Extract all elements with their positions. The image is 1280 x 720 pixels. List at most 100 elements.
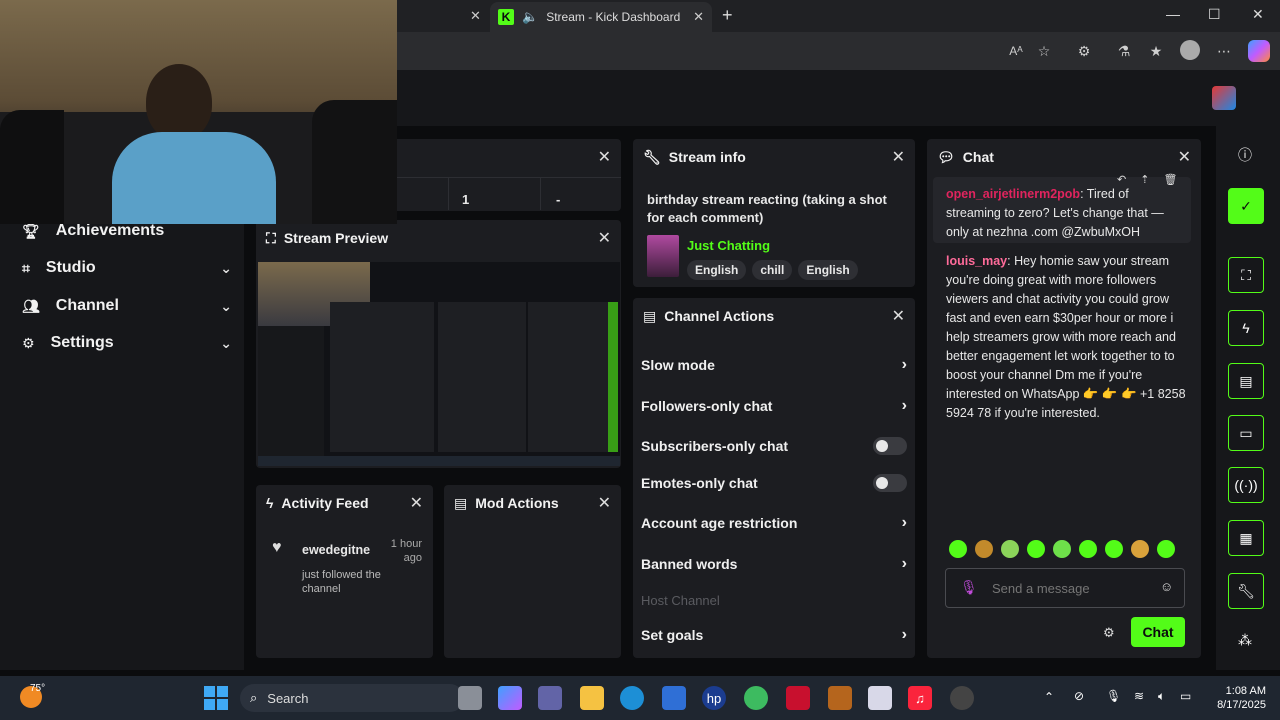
extensions-icon[interactable]: ⚙ (1074, 41, 1094, 61)
close-icon[interactable]: ✕ (892, 306, 905, 326)
emote[interactable] (949, 540, 967, 558)
favorite-star-icon[interactable]: ☆ (1034, 41, 1054, 61)
volume-icon[interactable]: 🔈︎ (1158, 689, 1165, 704)
close-tab-icon[interactable]: ✕ (693, 9, 704, 25)
edge-icon[interactable] (620, 686, 644, 710)
maximize-icon[interactable]: ☐ (1208, 6, 1221, 23)
music-icon[interactable]: ♫ (908, 686, 932, 710)
lightning-icon: ϟ (266, 495, 274, 511)
chat-username[interactable]: open_airjetlinerm2pob (946, 187, 1080, 201)
panel-title: Stream Preview (283, 230, 389, 246)
close-icon[interactable]: ✕ (598, 493, 611, 513)
checkmark-icon[interactable]: ✓ (1228, 188, 1264, 224)
read-aloud-icon[interactable]: Aᴬ (1006, 41, 1026, 61)
action-followers-only[interactable]: Followers-only chat › (641, 394, 907, 418)
wrench-icon[interactable]: 🔧︎ (1228, 573, 1264, 609)
hp-icon[interactable]: hp (702, 686, 726, 710)
close-icon[interactable]: ✕ (892, 147, 905, 167)
microphone-icon[interactable]: 🎙︎ (1106, 689, 1121, 703)
stream-preview-video[interactable] (258, 262, 620, 466)
copilot-app-icon[interactable] (498, 686, 522, 710)
emote[interactable] (1001, 540, 1019, 558)
emote[interactable] (1131, 540, 1149, 558)
action-account-age[interactable]: Account age restriction › (641, 511, 907, 535)
chat-input-box[interactable]: 🎙︎ ☺ (945, 568, 1185, 608)
stream-preview-panel: ⛶ Stream Preview ✕ (256, 220, 621, 468)
category-name[interactable]: Just Chatting (687, 238, 770, 253)
chevron-down-icon: ⌄ (220, 334, 232, 351)
category-thumbnail (647, 235, 679, 277)
close-icon[interactable]: ✕ (410, 493, 423, 513)
sidebar-item-channel[interactable]: 👥︎ Channel ⌄ (22, 292, 232, 320)
emote[interactable] (1053, 540, 1071, 558)
profile-avatar[interactable] (1180, 40, 1200, 60)
sidebar-item-settings[interactable]: ⚙ Settings ⌄ (22, 329, 232, 357)
speaker-icon[interactable]: 🔈 (522, 9, 538, 25)
emoji-icon[interactable]: ☺ (1160, 579, 1173, 594)
chat-username[interactable]: louis_may (946, 254, 1007, 268)
chevron-down-icon: ⌄ (220, 297, 232, 314)
emote[interactable] (1079, 540, 1097, 558)
broadcast-icon[interactable]: ((·)) (1228, 467, 1264, 503)
preview-icon[interactable]: ⛶ (1228, 257, 1264, 293)
emote[interactable] (975, 540, 993, 558)
info-icon[interactable]: ⓘ (1238, 145, 1252, 165)
nodes-icon[interactable]: ⁂ (1238, 632, 1252, 649)
chrome-icon[interactable] (744, 686, 768, 710)
browser-tab-active[interactable]: K 🔈 Stream - Kick Dashboard ✕ (490, 2, 712, 32)
subscribers-only-toggle[interactable] (873, 437, 907, 455)
close-icon[interactable]: ✕ (1178, 147, 1191, 167)
obs-icon[interactable] (950, 686, 974, 710)
chat-bubble-icon[interactable]: ▭ (1228, 415, 1264, 451)
weather-temp: 75° (30, 683, 46, 694)
copilot-icon[interactable] (1248, 40, 1270, 62)
action-set-goals[interactable]: Set goals › (641, 623, 907, 647)
studio-icon: ⌗ (22, 259, 30, 276)
tag: English (798, 260, 858, 280)
emotes-only-toggle[interactable] (873, 474, 907, 492)
layout-icon[interactable]: ▦ (1228, 520, 1264, 556)
action-banned-words[interactable]: Banned words › (641, 552, 907, 576)
preview-icon: ⛶ (266, 229, 276, 246)
start-icon[interactable] (204, 686, 228, 710)
lightning-icon[interactable]: ϟ (1228, 310, 1264, 346)
wifi-icon[interactable]: ≋ (1134, 689, 1144, 703)
file-explorer-icon[interactable] (580, 686, 604, 710)
emote[interactable] (1157, 540, 1175, 558)
close-icon[interactable]: ✕ (598, 147, 611, 167)
chevron-down-icon: ⌄ (220, 259, 232, 276)
new-tab-icon[interactable]: + (722, 5, 733, 26)
task-view-icon[interactable] (458, 686, 482, 710)
network-off-icon[interactable]: ⊘ (1074, 689, 1084, 703)
close-window-icon[interactable]: ✕ (1252, 6, 1264, 23)
emote[interactable] (1105, 540, 1123, 558)
mcafee-icon[interactable] (786, 686, 810, 710)
clipboard-icon: ▤ (454, 494, 468, 511)
sidebar-item-studio[interactable]: ⌗ Studio ⌄ (22, 254, 232, 282)
favorites-icon[interactable]: ★ (1146, 41, 1166, 61)
chat-settings-icon[interactable]: ⚙ (1103, 625, 1115, 641)
close-icon[interactable]: ✕ (598, 228, 611, 248)
chevron-up-icon[interactable]: ⌃ (1044, 690, 1054, 704)
clipboard-icon[interactable]: ▤ (1228, 363, 1264, 399)
battery-icon[interactable]: ▭ (1180, 689, 1191, 703)
system-clock[interactable]: 1:08 AM 8/17/2025 (1206, 684, 1266, 712)
emote-bar (949, 540, 1175, 558)
user-avatar[interactable] (1212, 86, 1236, 110)
minimize-icon[interactable]: — (1166, 6, 1180, 22)
app-icon[interactable] (868, 686, 892, 710)
chevron-right-icon: › (901, 356, 907, 373)
chat-input[interactable] (992, 578, 1152, 598)
menu-dots-icon[interactable]: ⋯ (1214, 41, 1234, 61)
close-tab-icon[interactable]: ✕ (470, 8, 481, 24)
extension-icon[interactable]: ⚗ (1114, 41, 1134, 61)
store-icon[interactable] (662, 686, 686, 710)
microphone-icon[interactable]: 🎙︎ (960, 579, 978, 596)
teams-icon[interactable] (538, 686, 562, 710)
action-slow-mode[interactable]: Slow mode › (641, 353, 907, 377)
taskbar-search[interactable]: ⌕ Search (240, 684, 464, 712)
chat-send-button[interactable]: Chat (1131, 617, 1185, 647)
panel-title: Mod Actions (475, 495, 559, 511)
app-icon[interactable] (828, 686, 852, 710)
emote[interactable] (1027, 540, 1045, 558)
